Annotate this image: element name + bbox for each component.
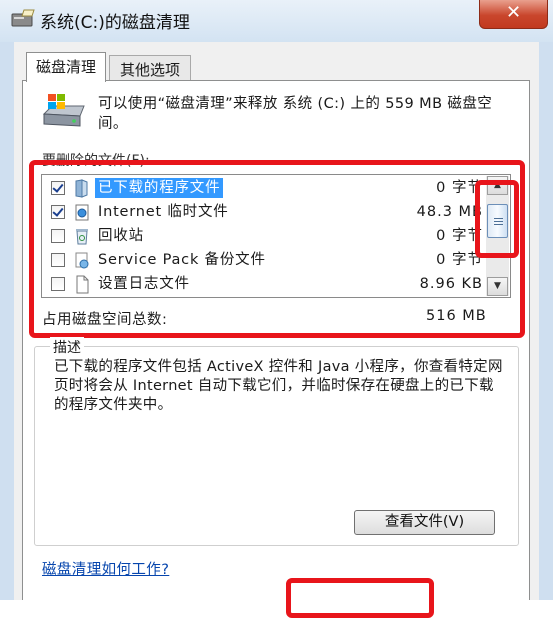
- window-title: 系统(C:)的磁盘清理: [40, 13, 190, 33]
- close-button[interactable]: ✕: [479, 0, 548, 29]
- highlight-box-scrollbar: [475, 180, 519, 258]
- description-title: 描述: [50, 337, 84, 357]
- intro-text: 可以使用“磁盘清理”来释放 系统 (C:) 上的 559 MB 磁盘空间。: [98, 96, 493, 132]
- disk-cleanup-icon: [11, 9, 35, 27]
- tab-disk-cleanup[interactable]: 磁盘清理: [26, 52, 106, 82]
- tab-more-options[interactable]: 其他选项: [109, 55, 191, 81]
- window-frame-left: [0, 42, 14, 600]
- title-bar[interactable]: 系统(C:)的磁盘清理 ✕: [0, 0, 553, 43]
- view-files-button[interactable]: 查看文件(V): [354, 510, 495, 535]
- description-text: 已下载的程序文件包括 ActiveX 控件和 Java 小程序，你查看特定网页时…: [54, 359, 503, 413]
- highlight-box-bottom: [286, 578, 434, 618]
- highlight-box-file-list: [29, 160, 525, 338]
- window-frame-right: [539, 42, 553, 600]
- drive-cleanup-icon: [42, 94, 85, 127]
- help-link[interactable]: 磁盘清理如何工作?: [42, 558, 169, 579]
